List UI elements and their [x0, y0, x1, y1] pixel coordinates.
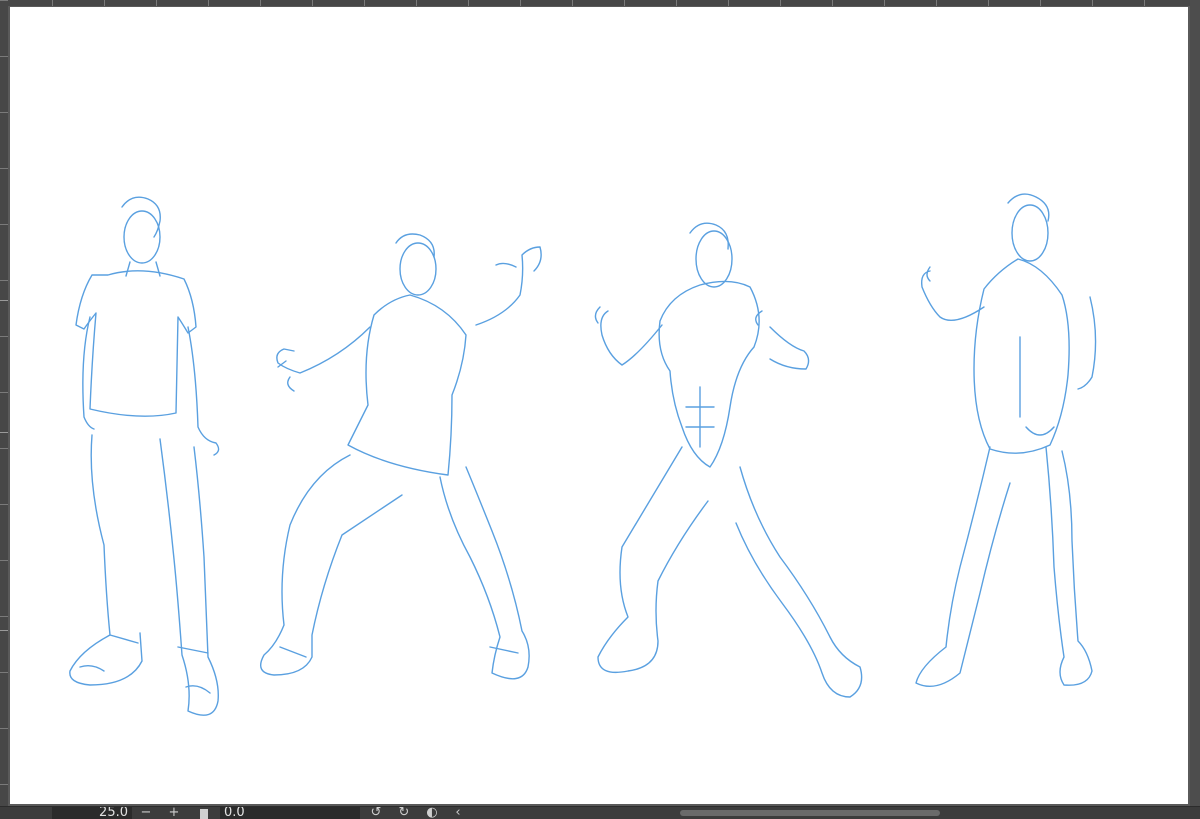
vertical-ruler	[0, 0, 8, 806]
chevron-left-icon[interactable]: ‹	[452, 807, 464, 819]
figure-clothed-fighting	[260, 233, 542, 680]
figure-clothed-standing	[69, 196, 220, 716]
reset-rotation-icon[interactable]: ◐	[424, 807, 440, 819]
rotation-value: 0.0	[224, 807, 245, 819]
drawing-canvas[interactable]	[10, 7, 1188, 804]
horizontal-ruler	[0, 0, 1200, 6]
rotate-right-icon[interactable]: ↻	[396, 807, 412, 819]
statusbar-left-panel	[0, 807, 50, 819]
rotate-left-icon[interactable]: ↺	[368, 807, 384, 819]
rotation-field[interactable]: 0.0	[220, 807, 360, 819]
status-bar: 25.0 − + 0.0 ↺ ↻ ◐ ‹	[0, 806, 1200, 819]
zoom-field[interactable]: 25.0	[52, 807, 132, 819]
zoom-in-button[interactable]: +	[166, 807, 182, 819]
horizontal-scrollbar[interactable]	[680, 810, 940, 816]
figure-nude-back	[915, 193, 1097, 687]
zoom-value: 25.0	[99, 807, 128, 819]
vertical-scrollbar[interactable]	[1190, 0, 1200, 806]
zoom-out-button[interactable]: −	[138, 807, 154, 819]
zoom-slider-icon[interactable]	[198, 807, 210, 819]
figure-nude-front	[594, 222, 863, 698]
